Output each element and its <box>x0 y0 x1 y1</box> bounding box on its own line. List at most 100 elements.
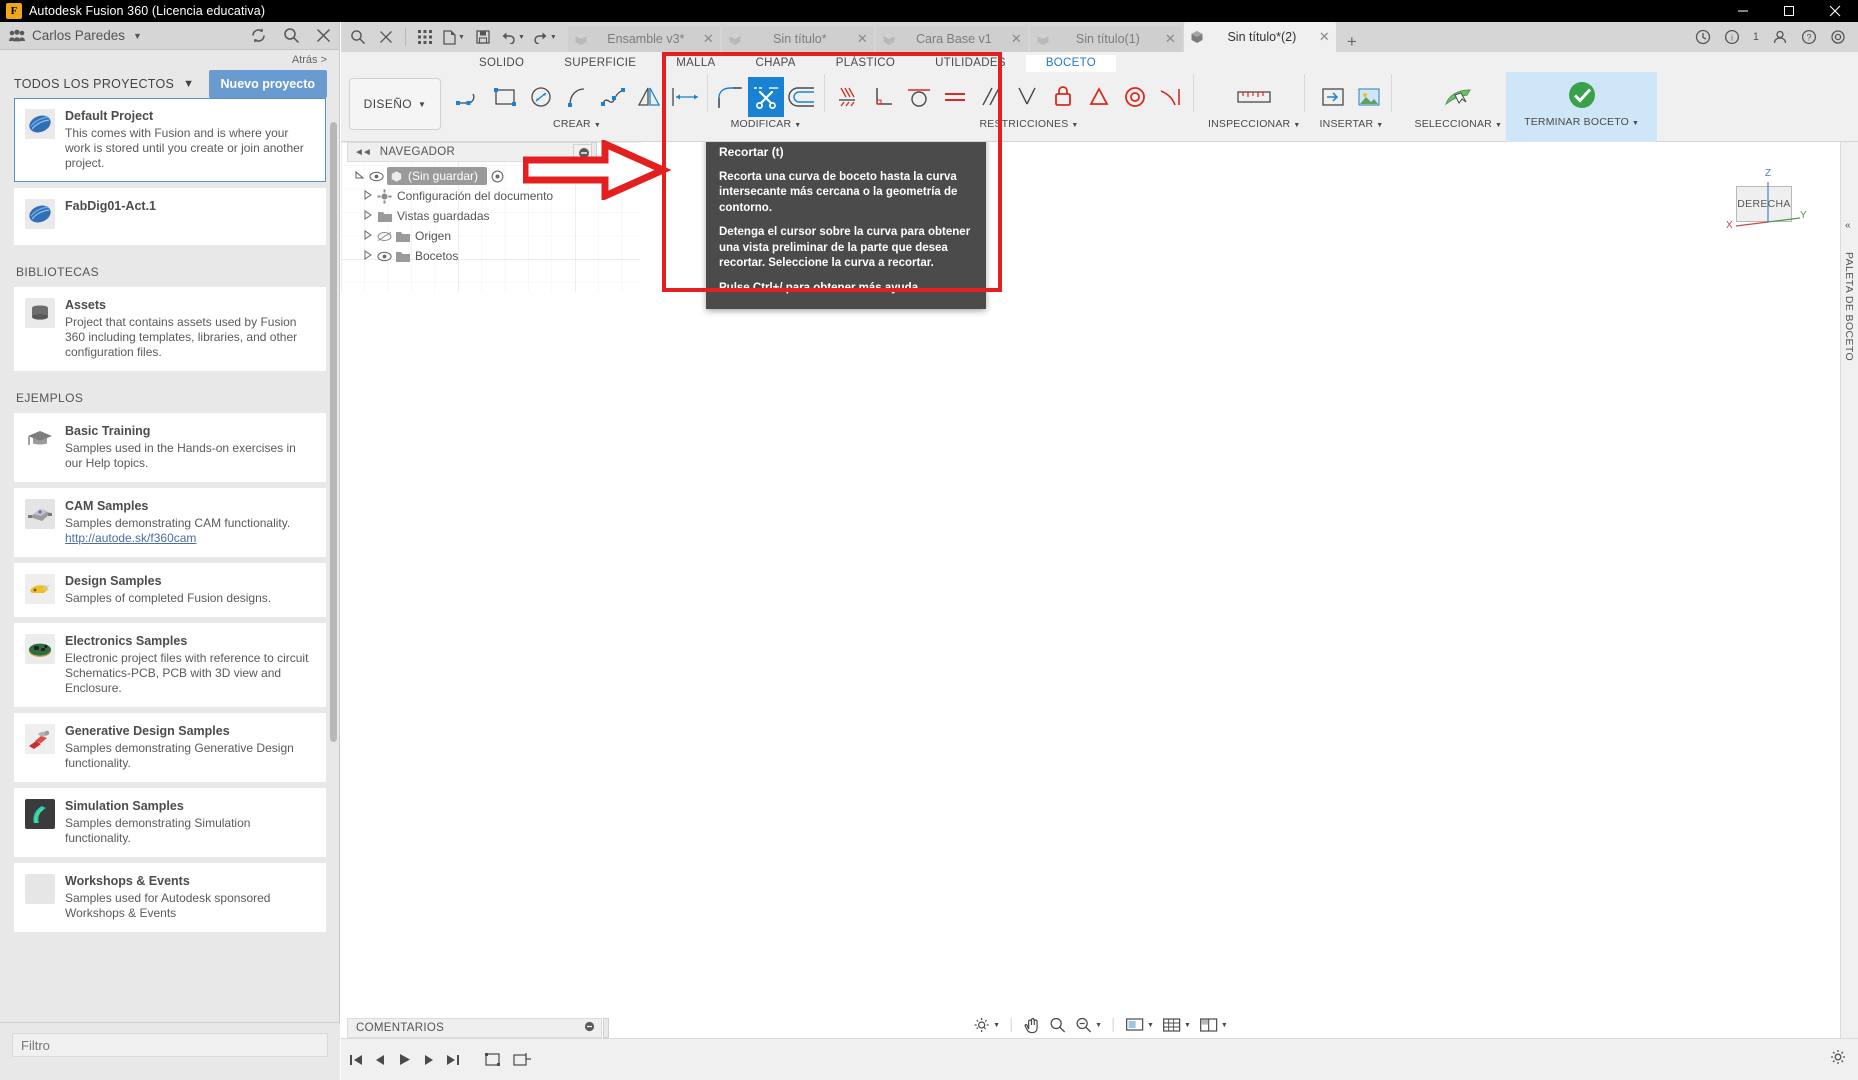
chevron-down-icon[interactable]: ▼ <box>993 1022 1000 1029</box>
navigator-root-pill[interactable]: (Sin guardar) <box>387 167 488 185</box>
select-tool-icon[interactable] <box>1436 77 1480 117</box>
expand-triangle-icon[interactable] <box>363 209 377 222</box>
navigator-row-origin[interactable]: Origen <box>347 226 602 246</box>
projects-header-label[interactable]: TODOS LOS PROYECTOS <box>14 77 174 91</box>
navigator-root-row[interactable]: (Sin guardar) <box>347 166 602 186</box>
expand-triangle-icon[interactable] <box>363 189 377 202</box>
account-icon[interactable] <box>1772 29 1788 45</box>
close-button[interactable] <box>1812 0 1858 22</box>
panel-resize-handle[interactable] <box>591 142 597 164</box>
sketch-viewport[interactable]: -125 -100 -75 -50 -25 75 50 25 ◄◄ NAVEGA… <box>341 142 1858 1038</box>
ribbon-group-label-seleccionar[interactable]: SELECCIONAR ▼ <box>1414 118 1502 130</box>
ribbon-tab-plastico[interactable]: PLÁSTICO <box>816 55 915 72</box>
new-document-icon[interactable]: ▼ <box>440 24 468 50</box>
document-tab[interactable]: Sin título(1) ✕ <box>1029 26 1182 52</box>
document-tab[interactable]: Sin título* ✕ <box>721 26 874 52</box>
data-panel-scrollbar[interactable] <box>330 122 337 742</box>
symmetry-constraint-icon[interactable] <box>1009 77 1045 117</box>
document-tab[interactable]: Ensamble v3* ✕ <box>567 26 720 52</box>
concentric-constraint-icon[interactable] <box>1117 77 1153 117</box>
viewports-icon[interactable]: ▼ <box>1197 1017 1230 1033</box>
minimize-button[interactable] <box>1720 0 1766 22</box>
example-link[interactable]: http://autode.sk/f360cam <box>65 531 196 545</box>
example-card-cam-samples[interactable]: CAM Samples Samples demonstrating CAM fu… <box>14 488 326 557</box>
library-card-assets[interactable]: Assets Project that contains assets used… <box>14 287 326 371</box>
view-cube[interactable]: DERECHA Z Y X <box>1722 160 1814 246</box>
add-tab-button[interactable]: + <box>1338 32 1366 52</box>
search-icon[interactable] <box>283 27 300 44</box>
example-card-simulation-samples[interactable]: Simulation Samples Samples demonstrating… <box>14 788 326 857</box>
example-card-design-samples[interactable]: Design Samples Samples of completed Fusi… <box>14 563 326 617</box>
expand-triangle-icon[interactable] <box>363 249 377 262</box>
settings-gear-icon[interactable] <box>1830 1049 1858 1070</box>
ribbon-group-label-modificar[interactable]: MODIFICAR ▼ <box>731 118 802 130</box>
ribbon-tab-solido[interactable]: SOLIDO <box>459 55 544 72</box>
parallel-constraint-icon[interactable] <box>973 77 1009 117</box>
insert-derive-icon[interactable] <box>1315 77 1351 117</box>
step-forward-icon[interactable] <box>422 1053 436 1067</box>
visibility-eye-icon[interactable] <box>377 231 395 242</box>
app-grid-icon[interactable] <box>412 24 438 50</box>
ribbon-group-label-crear[interactable]: CREAR ▼ <box>553 118 601 130</box>
ribbon-tab-utilidades[interactable]: UTILIDADES <box>915 55 1026 72</box>
close-panel-icon[interactable] <box>316 28 331 43</box>
comment-toggle-icon[interactable] <box>584 1021 595 1035</box>
ribbon-tab-malla[interactable]: MALLA <box>656 55 735 72</box>
display-settings-icon[interactable]: ▼ <box>1123 1017 1156 1033</box>
project-card-fabdig[interactable]: FabDig01-Act.1 <box>14 188 326 245</box>
save-icon[interactable] <box>470 24 496 50</box>
spline-tool-icon[interactable] <box>595 77 631 117</box>
help-icon[interactable]: ? <box>1801 29 1817 45</box>
expand-triangle-icon[interactable] <box>355 170 369 182</box>
notifications-icon[interactable]: i <box>1724 29 1740 45</box>
example-card-basic-training[interactable]: Basic Training Samples used in the Hands… <box>14 413 326 482</box>
orbit-icon[interactable]: ▼ <box>969 1016 1002 1034</box>
close-tab-icon[interactable]: ✕ <box>1319 29 1330 45</box>
skip-to-start-icon[interactable] <box>349 1053 363 1067</box>
close-tab-icon[interactable]: ✕ <box>703 31 714 47</box>
projects-chevron-down-icon[interactable]: ▼ <box>183 78 194 90</box>
rectangle-tool-icon[interactable] <box>487 77 523 117</box>
collapse-left-icon[interactable]: ◄◄ <box>354 147 372 158</box>
chevron-down-icon[interactable]: ▼ <box>1095 1022 1102 1029</box>
workspace-selector-button[interactable]: DISEÑO ▼ <box>349 78 441 130</box>
ribbon-tab-superficie[interactable]: SUPERFICIE <box>544 55 656 72</box>
close-icon[interactable] <box>373 24 399 50</box>
expand-triangle-icon[interactable] <box>363 229 377 242</box>
ribbon-group-label-insertar[interactable]: INSERTAR ▼ <box>1320 118 1384 130</box>
maximize-button[interactable] <box>1766 0 1812 22</box>
close-tab-icon[interactable]: ✕ <box>1011 31 1022 47</box>
close-tab-icon[interactable]: ✕ <box>1165 31 1176 47</box>
back-link[interactable]: Atrás > <box>0 50 339 70</box>
measure-tool-icon[interactable] <box>1232 77 1276 117</box>
visibility-eye-icon[interactable] <box>377 251 395 262</box>
user-caret-icon[interactable]: ▼ <box>133 31 142 41</box>
play-icon[interactable] <box>397 1052 412 1067</box>
mirror-tool-icon[interactable] <box>631 77 667 117</box>
ribbon-tab-chapa[interactable]: CHAPA <box>736 55 816 72</box>
ribbon-group-label-terminar-boceto[interactable]: TERMINAR BOCETO ▼ <box>1524 116 1639 128</box>
finish-sketch-icon[interactable] <box>1558 75 1606 115</box>
trim-tool-icon[interactable] <box>748 77 784 117</box>
navigator-header[interactable]: ◄◄ NAVEGADOR <box>347 142 596 162</box>
chevron-down-icon[interactable]: ▼ <box>458 34 465 41</box>
sketch-palette-strip[interactable]: « PALETA DE BOCETO <box>1840 142 1858 1038</box>
pan-icon[interactable] <box>1021 1016 1043 1034</box>
new-project-button[interactable]: Nuevo proyecto <box>208 70 327 98</box>
zoom-window-icon[interactable] <box>1047 1016 1069 1034</box>
fix-constraint-icon[interactable] <box>1045 77 1081 117</box>
component-state-icon[interactable] <box>491 170 509 183</box>
example-card-generative-design-samples[interactable]: Generative Design Samples Samples demons… <box>14 713 326 782</box>
insert-image-icon[interactable] <box>1351 77 1387 117</box>
equal-constraint-icon[interactable] <box>937 77 973 117</box>
chevron-down-icon[interactable]: ▼ <box>518 34 525 41</box>
undo-icon[interactable]: ▼ <box>498 24 528 50</box>
document-tab[interactable]: Cara Base v1 ✕ <box>875 26 1028 52</box>
grid-snaps-icon[interactable]: ▼ <box>1160 1017 1193 1033</box>
arc-tool-icon[interactable] <box>559 77 595 117</box>
step-back-icon[interactable] <box>373 1053 387 1067</box>
navigator-row-sketches[interactable]: Bocetos <box>347 246 602 266</box>
perpendicular-constraint-icon[interactable] <box>865 77 901 117</box>
offset-tool-icon[interactable] <box>784 77 820 117</box>
comments-resize-handle[interactable] <box>603 1018 609 1038</box>
